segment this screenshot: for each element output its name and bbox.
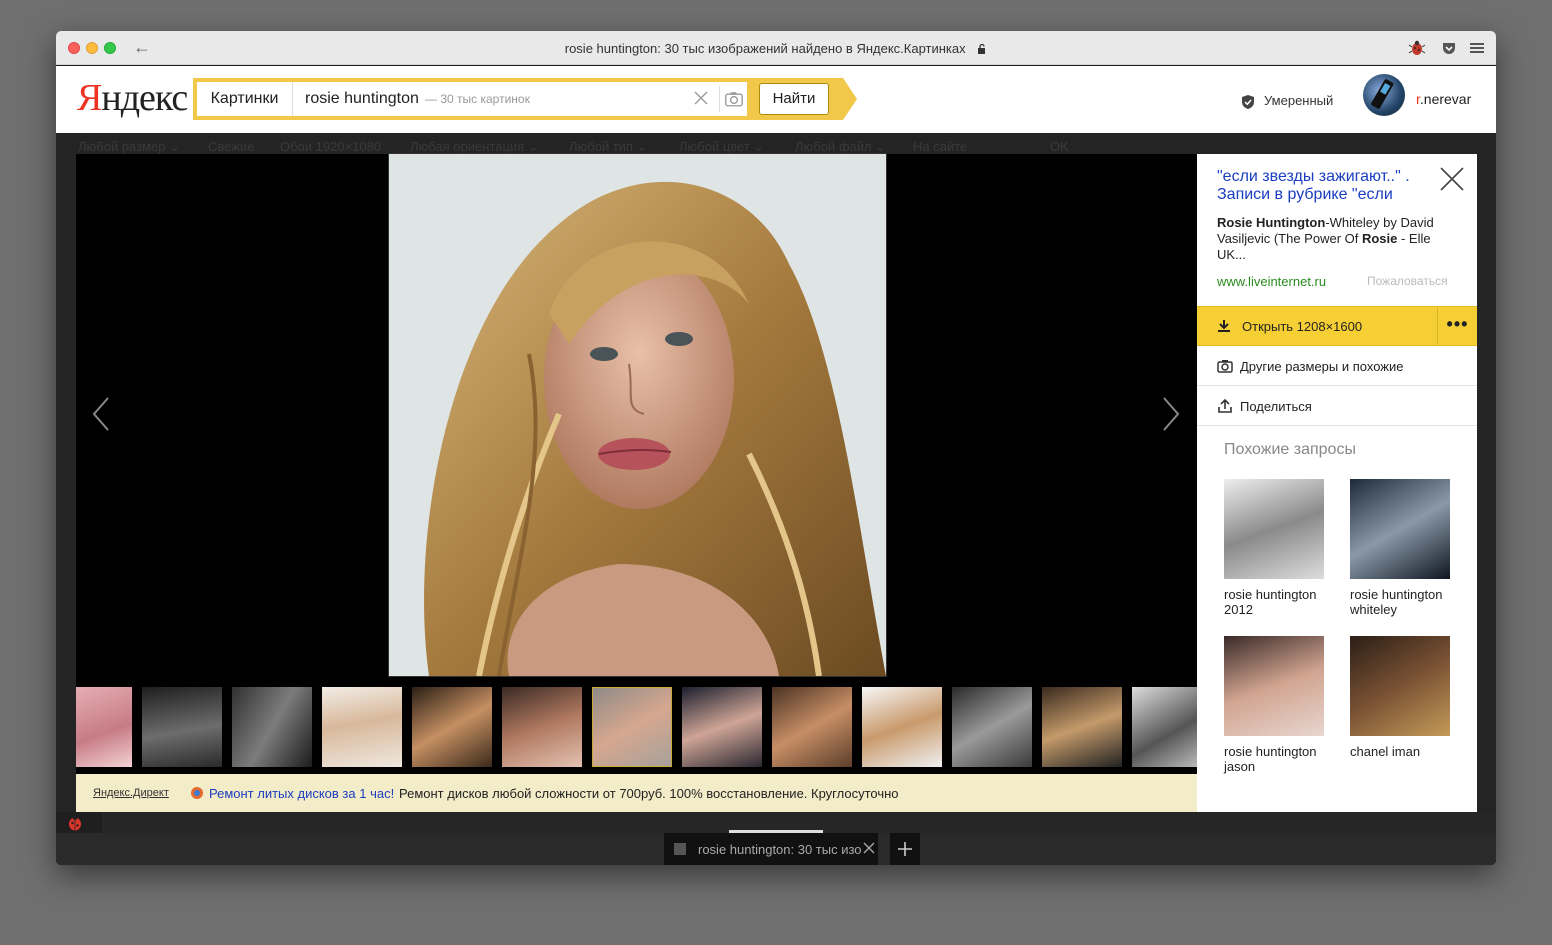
image-info-panel: "если звезды зажигают.." . Записи в рубр… — [1197, 154, 1477, 812]
ad-text: Ремонт дисков любой сложности от 700руб.… — [399, 786, 899, 801]
thumbnail-12[interactable] — [1042, 687, 1122, 767]
thumbnail-13[interactable] — [1132, 687, 1197, 767]
prev-image-arrow-icon[interactable] — [90, 396, 114, 432]
thumbnail-2[interactable] — [142, 687, 222, 767]
thumbnail-6[interactable] — [502, 687, 582, 767]
related-query-item[interactable]: rosie huntington whiteley — [1350, 479, 1450, 617]
share-label: Поделиться — [1240, 399, 1312, 414]
ladybug-icon — [69, 815, 81, 831]
filter-ok-button[interactable]: OK — [1050, 139, 1069, 154]
share-button[interactable]: Поделиться — [1197, 386, 1477, 426]
ad-banner: Яндекс.Директ Ремонт литых дисков за 1 ч… — [76, 774, 1197, 812]
close-icon[interactable] — [1439, 166, 1465, 192]
more-options-button[interactable]: ••• — [1437, 307, 1477, 345]
related-query-label[interactable]: rosie huntington 2012 — [1224, 587, 1324, 617]
filter-wallpaper[interactable]: Обои 1920×1080 — [280, 139, 381, 154]
related-query-image[interactable] — [1350, 636, 1450, 736]
title-bar: ← rosie huntington: 30 тыс изображений н… — [56, 31, 1496, 65]
search-bar: Картинки rosie huntington — 30 тыс карти… — [193, 78, 843, 120]
ad-title-link[interactable]: Ремонт литых дисков за 1 час! — [209, 786, 394, 801]
open-original-label: Открыть 1208×1600 — [1242, 319, 1363, 334]
source-site-link[interactable]: www.liveinternet.ru — [1217, 274, 1326, 289]
related-query-image[interactable] — [1350, 479, 1450, 579]
browser-window: ← rosie huntington: 30 тыс изображений н… — [56, 31, 1496, 865]
shield-icon[interactable] — [1241, 94, 1255, 110]
thumbnail-9[interactable] — [772, 687, 852, 767]
safe-search-label[interactable]: Умеренный — [1264, 93, 1333, 108]
related-query-image[interactable] — [1224, 636, 1324, 736]
camera-icon[interactable] — [719, 86, 747, 112]
lock-icon — [978, 44, 986, 54]
pocket-icon[interactable] — [1440, 39, 1458, 57]
share-icon — [1218, 398, 1232, 413]
search-hint: — 30 тыс картинок — [425, 92, 530, 106]
bug-icon[interactable] — [1408, 39, 1426, 57]
tab-close-icon[interactable] — [862, 841, 876, 855]
tab-favicon-icon — [674, 843, 686, 855]
browser-tab[interactable]: rosie huntington: 30 тыс изображений — [664, 833, 878, 865]
clear-icon[interactable] — [693, 90, 709, 106]
avatar[interactable] — [1363, 74, 1405, 116]
search-service-label[interactable]: Картинки — [197, 82, 293, 116]
other-sizes-button[interactable]: Другие размеры и похожие — [1197, 346, 1477, 386]
thumbnail-1[interactable] — [76, 687, 132, 767]
window-title: rosie huntington: 30 тыс изображений най… — [56, 41, 1496, 56]
related-query-item[interactable]: chanel iman — [1350, 636, 1450, 759]
related-queries-heading: Похожие запросы — [1224, 441, 1356, 458]
thumbnail-7-active[interactable] — [592, 687, 672, 767]
thumbnail-3[interactable] — [232, 687, 312, 767]
related-query-image[interactable] — [1224, 479, 1324, 579]
related-query-label[interactable]: rosie huntington whiteley — [1350, 587, 1450, 617]
new-tab-button[interactable] — [890, 833, 920, 865]
ad-favicon-icon — [191, 787, 203, 799]
search-input[interactable]: rosie huntington — [305, 82, 419, 116]
thumbnail-10[interactable] — [862, 687, 942, 767]
next-image-arrow-icon[interactable] — [1158, 396, 1182, 432]
related-query-label[interactable]: rosie huntington jason — [1224, 744, 1324, 774]
camera-search-icon — [1217, 360, 1233, 373]
report-link[interactable]: Пожаловаться — [1367, 274, 1448, 288]
thumbnail-11[interactable] — [952, 687, 1032, 767]
related-query-item[interactable]: rosie huntington jason — [1224, 636, 1324, 774]
window-title-text: rosie huntington: 30 тыс изображений най… — [564, 41, 966, 56]
thumbnail-4[interactable] — [322, 687, 402, 767]
download-icon — [1218, 320, 1230, 332]
search-button[interactable]: Найти — [759, 83, 829, 115]
filter-bar: Любой размер ⌄ Свежие Обои 1920×1080 Люб… — [56, 133, 1496, 155]
menu-icon[interactable] — [1468, 39, 1486, 57]
bug-report-corner[interactable] — [56, 812, 102, 834]
related-query-item[interactable]: rosie huntington 2012 — [1224, 479, 1324, 617]
other-sizes-label: Другие размеры и похожие — [1240, 359, 1404, 374]
username[interactable]: r.nerevar — [1416, 91, 1471, 107]
filter-site-input[interactable]: На сайте — [913, 139, 967, 154]
source-page-title-link[interactable]: "если звезды зажигают.." . Записи в рубр… — [1217, 168, 1437, 204]
image-viewer — [76, 153, 1197, 774]
search-box[interactable]: Картинки rosie huntington — 30 тыс карти… — [197, 82, 747, 116]
thumbnail-strip — [76, 687, 1197, 769]
main-photo[interactable] — [388, 153, 887, 677]
yandex-logo[interactable]: Яндекс — [77, 76, 188, 120]
yandex-header: Яндекс Картинки rosie huntington — 30 ты… — [56, 66, 1496, 133]
thumbnail-8[interactable] — [682, 687, 762, 767]
ad-source-link[interactable]: Яндекс.Директ — [93, 787, 169, 799]
tab-label: rosie huntington: 30 тыс изображений — [698, 842, 862, 857]
related-query-label[interactable]: chanel iman — [1350, 744, 1450, 759]
open-original-button[interactable]: Открыть 1208×1600 ••• — [1197, 306, 1477, 346]
plus-icon — [898, 842, 912, 856]
thumbnail-5[interactable] — [412, 687, 492, 767]
image-description: Rosie Huntington-Whiteley by David Vasil… — [1217, 215, 1434, 262]
search-bar-arrow — [843, 78, 857, 120]
filter-size[interactable]: Любой размер ⌄ — [78, 139, 180, 155]
filter-fresh[interactable]: Свежие — [208, 139, 254, 154]
